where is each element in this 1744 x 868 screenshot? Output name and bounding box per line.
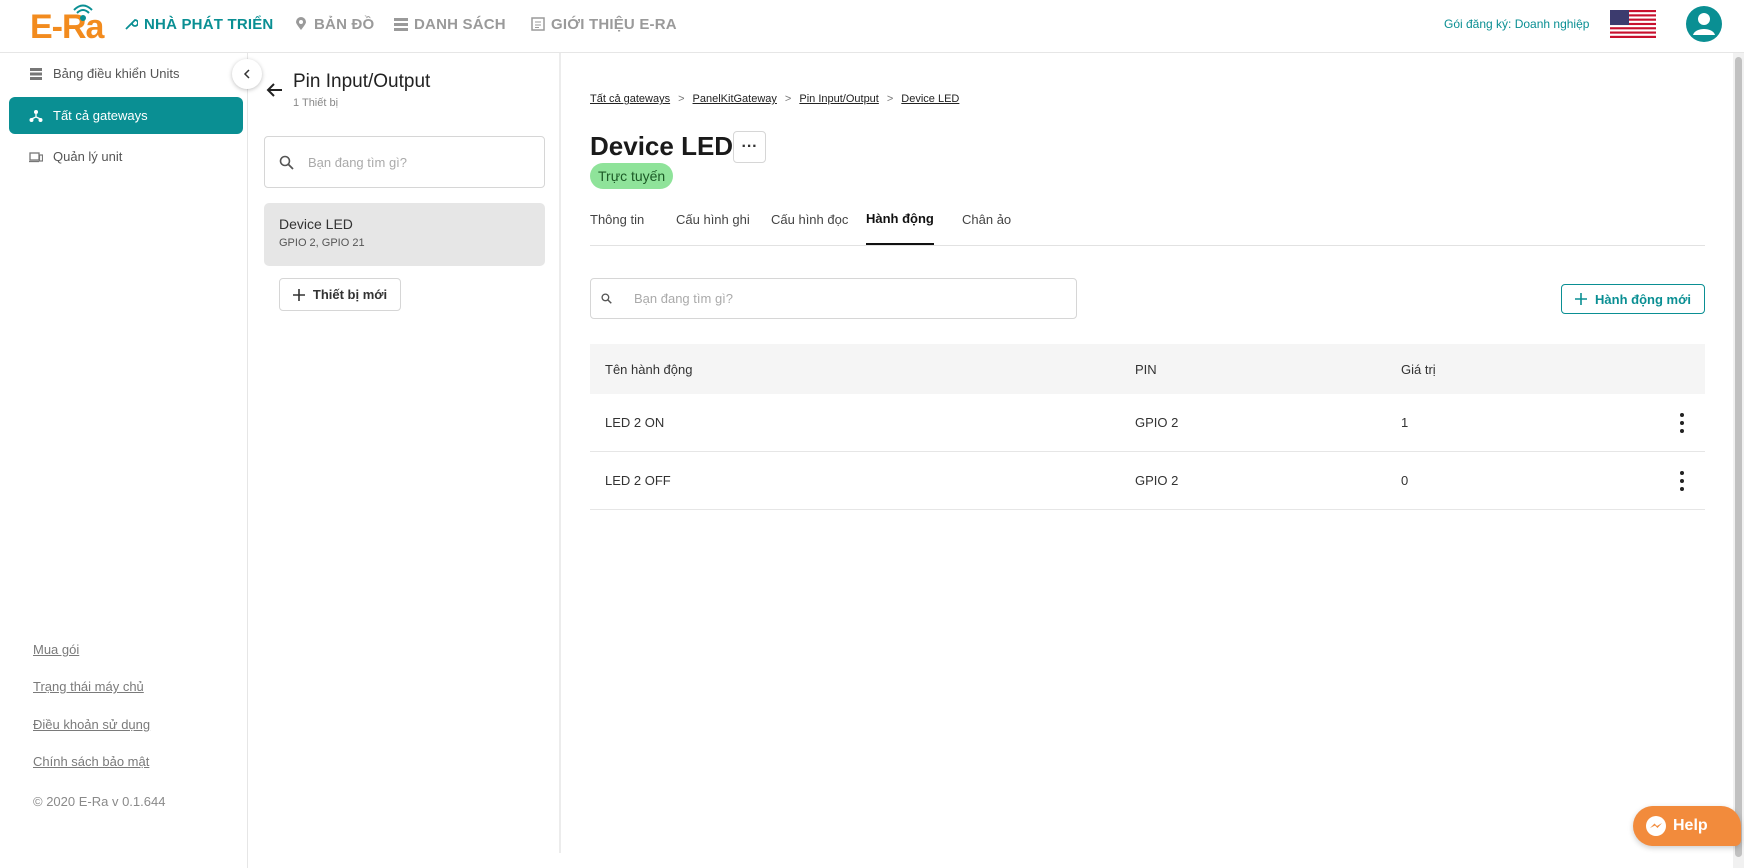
breadcrumb-separator: > (886, 93, 894, 105)
help-label: Help (1673, 817, 1708, 834)
scrollbar-thumb[interactable] (1735, 57, 1742, 857)
breadcrumb-all-gateways[interactable]: Tất cả gateways (590, 93, 670, 105)
panel-title: Pin Input/Output (293, 71, 431, 92)
map-pin-icon (296, 17, 306, 30)
device-card[interactable]: Device LED GPIO 2, GPIO 21 (264, 203, 545, 266)
devices-icon (29, 151, 43, 162)
nav-developer[interactable]: NHÀ PHÁT TRIỂN (124, 0, 273, 48)
row-menu-icon[interactable] (1679, 470, 1685, 492)
new-device-label: Thiết bị mới (312, 287, 388, 302)
list-icon (394, 18, 408, 31)
device-name: Device LED (279, 216, 353, 232)
device-search-input[interactable]: Bạn đang tìm gì? (264, 136, 545, 188)
column-header-pin[interactable]: PIN (1135, 344, 1157, 394)
messenger-icon (1646, 816, 1666, 836)
search-placeholder: Bạn đang tìm gì? (634, 291, 734, 306)
us-flag-icon[interactable] (1610, 10, 1656, 38)
user-avatar-icon[interactable] (1686, 6, 1722, 42)
sidebar-item-label: Bảng điều khiển Units (53, 66, 180, 81)
tab-info[interactable]: Thông tin (590, 193, 644, 245)
status-text: Trực tuyến (598, 168, 666, 184)
breadcrumb-separator: > (678, 93, 685, 105)
back-arrow-icon[interactable] (265, 80, 285, 100)
nav-list[interactable]: DANH SÁCH (394, 0, 506, 48)
nav-intro-label: GIỚI THIỆU E-RA (551, 15, 677, 33)
status-badge: Trực tuyến (590, 163, 674, 189)
collapse-sidebar-button[interactable] (232, 59, 262, 89)
new-device-button[interactable]: Thiết bị mới (279, 278, 401, 311)
cell-value: 1 (1401, 415, 1409, 430)
tab-actions[interactable]: Hành động (866, 193, 934, 245)
sidebar-item-unit-management[interactable]: Quản lý unit (9, 138, 243, 175)
top-bar: E-Ra NHÀ PHÁT TRIỂN BẢN ĐỒ DANH SÁCH GIỚ… (0, 0, 1744, 53)
chevron-left-icon (243, 69, 250, 79)
tab-bar: Thông tin Cấu hình ghi Cấu hình đọc Hành… (590, 193, 1705, 246)
main-content: Tất cả gateways > PanelKitGateway > Pin … (563, 53, 1733, 853)
more-options-label: ··· (741, 138, 758, 155)
breadcrumb-separator: > (784, 93, 792, 105)
nav-map-label: BẢN ĐỒ (314, 15, 375, 33)
action-search-input[interactable]: Bạn đang tìm gì? (590, 278, 1077, 319)
search-icon (601, 293, 612, 304)
plus-icon (292, 288, 305, 301)
dashboard-icon (30, 67, 42, 80)
subscription-plan[interactable]: Gói đăng ký: Doanh nghiệp (1444, 17, 1589, 31)
page-scrollbar[interactable] (1733, 53, 1744, 868)
tab-read-config[interactable]: Cấu hình đọc (771, 193, 848, 245)
wifi-icon (73, 4, 93, 21)
device-count: 1 Thiết bị (293, 97, 339, 109)
document-icon (531, 17, 545, 31)
cell-action-name: LED 2 OFF (605, 473, 671, 488)
tab-write-config[interactable]: Cấu hình ghi (676, 193, 750, 245)
search-placeholder: Bạn đang tìm gì? (308, 154, 408, 170)
sidebar: Bảng điều khiển Units Tất cả gateways Qu… (0, 53, 248, 868)
nav-developer-label: NHÀ PHÁT TRIỂN (144, 15, 274, 33)
column-header-action-name[interactable]: Tên hành động (605, 344, 692, 394)
row-menu-icon[interactable] (1679, 412, 1685, 434)
cell-pin: GPIO 2 (1135, 473, 1179, 488)
breadcrumb-device[interactable]: Device LED (901, 93, 959, 105)
new-action-label: Hành động mới (1595, 291, 1691, 307)
nav-intro[interactable]: GIỚI THIỆU E-RA (531, 0, 677, 48)
tab-virtual-pins[interactable]: Chân ảo (962, 193, 1011, 245)
cell-pin: GPIO 2 (1135, 415, 1179, 430)
more-options-button[interactable]: ··· (733, 131, 766, 163)
nav-list-label: DANH SÁCH (414, 15, 506, 33)
search-icon (279, 155, 294, 170)
breadcrumb-pin-io[interactable]: Pin Input/Output (799, 93, 879, 105)
link-terms-of-use[interactable]: Điều khoản sử dụng (33, 717, 150, 732)
sidebar-item-dashboard[interactable]: Bảng điều khiển Units (9, 55, 243, 92)
network-icon (29, 109, 43, 122)
table-header: Tên hành động PIN Giá trị (590, 344, 1705, 394)
copyright: © 2020 E-Ra v 0.1.644 (33, 794, 166, 809)
new-action-button[interactable]: Hành động mới (1561, 284, 1705, 314)
link-server-status[interactable]: Trạng thái máy chủ (33, 679, 144, 694)
device-panel: Pin Input/Output 1 Thiết bị Bạn đang tìm… (249, 53, 561, 853)
help-button[interactable]: Help (1633, 806, 1741, 846)
breadcrumb-gateway[interactable]: PanelKitGateway (693, 93, 777, 105)
page-title: Device LED (590, 131, 734, 161)
table-row[interactable]: LED 2 OFF GPIO 2 0 (590, 452, 1705, 510)
wrench-icon (125, 19, 138, 30)
cell-value: 0 (1401, 473, 1409, 488)
cell-action-name: LED 2 ON (605, 415, 665, 430)
breadcrumb: Tất cả gateways > PanelKitGateway > Pin … (590, 93, 959, 105)
table-row[interactable]: LED 2 ON GPIO 2 1 (590, 394, 1705, 452)
sidebar-item-label: Quản lý unit (53, 149, 123, 164)
era-logo[interactable]: E-Ra (30, 4, 110, 46)
plus-icon (1575, 293, 1588, 305)
nav-map[interactable]: BẢN ĐỒ (294, 0, 374, 48)
actions-table: Tên hành động PIN Giá trị LED 2 ON GPIO … (590, 344, 1705, 510)
sidebar-item-all-gateways[interactable]: Tất cả gateways (9, 97, 243, 134)
device-pins: GPIO 2, GPIO 21 (279, 237, 365, 249)
column-header-value[interactable]: Giá trị (1401, 344, 1436, 394)
link-buy-plan[interactable]: Mua gói (33, 642, 79, 657)
sidebar-item-label: Tất cả gateways (53, 108, 148, 123)
link-privacy-policy[interactable]: Chính sách bảo mật (33, 754, 149, 769)
